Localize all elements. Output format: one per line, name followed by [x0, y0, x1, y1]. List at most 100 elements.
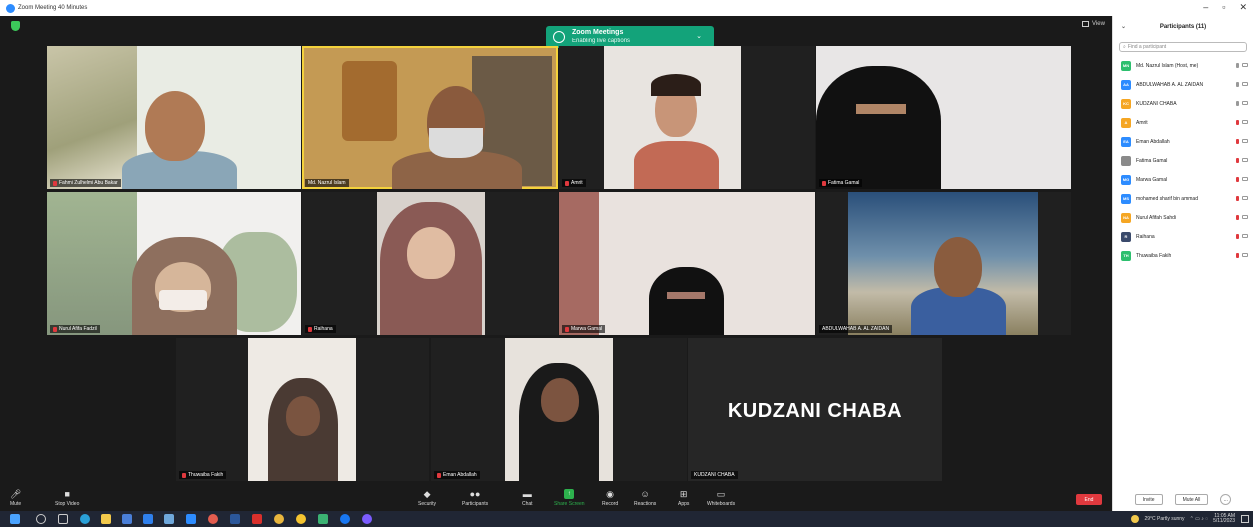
app-icon[interactable] — [362, 514, 372, 524]
record-button[interactable]: ◉ Record — [602, 489, 618, 507]
edge-icon[interactable] — [80, 514, 90, 524]
notifications-icon[interactable] — [1241, 515, 1249, 523]
video-camera-icon[interactable] — [1242, 63, 1248, 67]
muted-mic-icon[interactable] — [1236, 158, 1239, 163]
participant-row[interactable]: NA Nurul Afifah Sahdi — [1113, 208, 1253, 227]
security-button[interactable]: ◆ Security — [418, 489, 436, 507]
stop-video-button[interactable]: ■ Stop Video — [55, 489, 79, 507]
tile-name-label: Thuwaiba Fakih — [179, 471, 227, 479]
mail-icon[interactable] — [143, 514, 153, 524]
video-tile-active-speaker[interactable]: Md. Nazrul Islam — [302, 46, 558, 189]
browser-icon[interactable] — [208, 514, 218, 524]
app-icon[interactable] — [296, 514, 306, 524]
invite-button[interactable]: Invite — [1134, 494, 1163, 505]
pdf-icon[interactable] — [252, 514, 262, 524]
chat-button[interactable]: ▬ Chat — [522, 489, 533, 507]
video-tile[interactable]: ABDULWAHAB A. AL ZAIDAN — [816, 192, 1071, 335]
chevron-down-icon[interactable]: ⌄ — [1121, 23, 1126, 30]
more-options-button[interactable]: ... — [1220, 494, 1232, 505]
muted-mic-icon[interactable] — [1236, 196, 1239, 201]
muted-mic-icon[interactable] — [1236, 215, 1239, 220]
video-tile[interactable]: Fahmi Zulhelmi Abu Bakar — [47, 46, 301, 189]
video-tile[interactable]: Raihana — [302, 192, 558, 335]
store-icon[interactable] — [122, 514, 132, 524]
video-camera-icon[interactable] — [1242, 196, 1248, 200]
muted-mic-icon[interactable] — [1236, 177, 1239, 182]
apps-button[interactable]: ⊞ Apps — [678, 489, 689, 507]
video-camera-icon[interactable] — [1242, 234, 1248, 238]
facebook-icon[interactable] — [340, 514, 350, 524]
video-camera-icon[interactable] — [1242, 158, 1248, 162]
video-camera-icon[interactable] — [1242, 101, 1248, 105]
encryption-shield-icon[interactable] — [11, 21, 20, 31]
photos-icon[interactable] — [164, 514, 174, 524]
microphone-icon[interactable] — [1236, 82, 1239, 87]
video-tile[interactable]: Fatima Gamal — [816, 46, 1071, 189]
start-icon[interactable] — [10, 514, 20, 524]
participant-row[interactable]: Fatima Gamal — [1113, 151, 1253, 170]
video-camera-icon[interactable] — [1242, 139, 1248, 143]
share-screen-button[interactable]: ↑ Share Screen — [554, 489, 585, 507]
video-tile[interactable]: Thuwaiba Fakih — [176, 338, 429, 481]
muted-mic-icon[interactable] — [1236, 139, 1239, 144]
chrome-icon[interactable] — [274, 514, 284, 524]
video-tile[interactable]: Nurul Afifa Fadzil — [47, 192, 301, 335]
app-icon[interactable] — [318, 514, 328, 524]
maximize-icon[interactable]: ▫ — [1222, 2, 1225, 13]
grid-view-icon — [1082, 21, 1089, 27]
video-tile[interactable]: Marwa Gamal — [559, 192, 815, 335]
chevron-down-icon[interactable]: ⌄ — [696, 32, 702, 40]
notification-toast[interactable]: Zoom Meetings Enabling live captions ⌄ — [546, 26, 714, 48]
participant-row[interactable]: MS mohamed sharif bin ammad — [1113, 189, 1253, 208]
participant-search-input[interactable]: ⌕ Find a participant — [1119, 42, 1247, 52]
participants-icon: ●● — [469, 489, 481, 499]
clock[interactable]: 11:05 AM 5/11/2023 — [1213, 514, 1235, 524]
participant-row[interactable]: A Amrit — [1113, 113, 1253, 132]
microphone-icon[interactable] — [1236, 63, 1239, 68]
participant-row[interactable]: EA Eman Abdallah — [1113, 132, 1253, 151]
video-tile[interactable]: Eman Abdallah — [431, 338, 687, 481]
muted-mic-icon — [182, 472, 186, 478]
video-camera-icon[interactable] — [1242, 120, 1248, 124]
video-tile[interactable]: Amrit — [559, 46, 815, 189]
muted-mic-icon[interactable] — [1236, 234, 1239, 239]
zoom-app-icon[interactable] — [186, 514, 196, 524]
tile-name-label: Marwa Gamal — [562, 325, 606, 333]
mute-button[interactable]: 🎤︎ Mute — [10, 489, 21, 507]
meeting-controls: 🎤︎ Mute ■ Stop Video ◆ Security ●● Parti… — [0, 487, 1112, 511]
whiteboards-button[interactable]: ▭ Whiteboards — [707, 489, 735, 507]
participant-row[interactable]: AA ABDULWAHAB A. AL ZAIDAN — [1113, 75, 1253, 94]
muted-mic-icon[interactable] — [1236, 253, 1239, 258]
file-explorer-icon[interactable] — [101, 514, 111, 524]
participant-row[interactable]: R Raihana — [1113, 227, 1253, 246]
video-camera-icon[interactable] — [1242, 177, 1248, 181]
close-icon[interactable]: ✕ — [1239, 2, 1247, 13]
muted-mic-icon[interactable] — [1236, 120, 1239, 125]
video-tile[interactable]: KUDZANI CHABA KUDZANI CHABA — [688, 338, 942, 481]
minimize-icon[interactable]: – — [1203, 2, 1208, 13]
microphone-icon[interactable] — [1236, 101, 1239, 106]
participant-row[interactable]: TH Thuwaiba Fakih — [1113, 246, 1253, 265]
weather-icon[interactable] — [1131, 515, 1140, 523]
weather-text[interactable]: 29°C Partly sunny — [1144, 516, 1184, 522]
panel-footer: Invite Mute All ... — [1113, 494, 1253, 505]
tile-name-label: Raihana — [305, 325, 336, 333]
share-screen-icon: ↑ — [564, 489, 575, 499]
word-icon[interactable] — [230, 514, 240, 524]
tray-icons[interactable]: ⌃ ▭ ♪ ◌ — [1190, 516, 1209, 522]
avatar: MN — [1121, 60, 1131, 71]
mute-all-button[interactable]: Mute All — [1174, 494, 1209, 505]
end-meeting-button[interactable]: End — [1076, 494, 1102, 505]
search-icon[interactable] — [36, 514, 46, 524]
participant-row[interactable]: KC KUDZANI CHABA — [1113, 94, 1253, 113]
view-button[interactable]: View — [1082, 21, 1105, 27]
video-camera-icon[interactable] — [1242, 215, 1248, 219]
participant-row[interactable]: MN Md. Nazrul Islam (Host, me) — [1113, 56, 1253, 75]
participants-button[interactable]: ●● Participants — [462, 489, 488, 507]
eye-band — [667, 292, 705, 299]
participant-row[interactable]: MG Marwa Gamal — [1113, 170, 1253, 189]
video-camera-icon[interactable] — [1242, 82, 1248, 86]
task-view-icon[interactable] — [58, 514, 68, 524]
video-camera-icon[interactable] — [1242, 253, 1248, 257]
reactions-button[interactable]: ☺ Reactions — [634, 489, 656, 507]
